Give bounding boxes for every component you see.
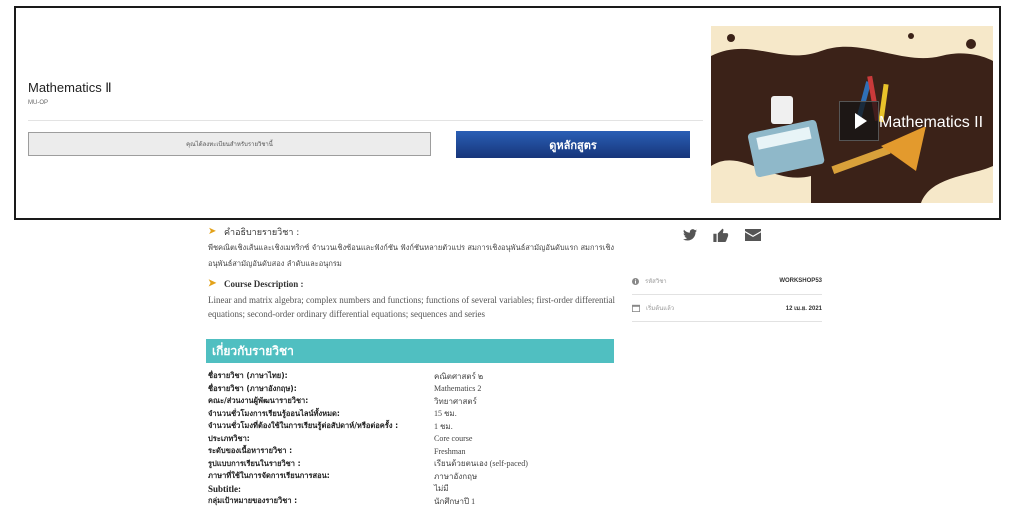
info-row: กลุ่มเป้าหมายของรายวิชา : นักศึกษาปี 1 <box>208 495 628 508</box>
calendar-icon <box>632 304 640 312</box>
about-course-heading: เกี่ยวกับรายวิชา <box>206 339 614 363</box>
en-description-text: Linear and matrix algebra; complex numbe… <box>208 295 615 319</box>
course-video-thumbnail[interactable]: Mathematics II <box>711 26 993 203</box>
share-bar <box>683 228 761 242</box>
info-row: ชื่อรายวิชา (ภาษาอังกฤษ): Mathematics 2 <box>208 383 628 396</box>
course-code-value: WORKSHOP53 <box>779 278 822 284</box>
info-row-label: ระดับของเนื้อหารายวิชา : <box>208 446 293 456</box>
info-row-value: วิทยาศาสตร์ <box>434 396 477 406</box>
course-code-label: รหัสวิชา <box>645 279 667 285</box>
info-row: ชื่อรายวิชา (ภาษาไทย): คณิตศาสตร์ ๒ <box>208 370 628 383</box>
info-row-value: นักศึกษาปี 1 <box>434 496 476 506</box>
play-icon[interactable] <box>839 101 879 141</box>
info-row: รูปแบบการเรียนในรายวิชา : เรียนด้วยตนเอง … <box>208 458 628 471</box>
start-date-row: เริ่มต้นแล้ว 12 เม.ย. 2021 <box>632 295 822 322</box>
course-title: Mathematics Ⅱ <box>28 80 112 95</box>
page: Mathematics Ⅱ MU-OP คุณได้ลงทะเบียนสำหรั… <box>0 0 1017 515</box>
pin-icon: ➤ <box>208 278 217 289</box>
pin-icon: ➤ <box>208 226 217 237</box>
info-row: ภาษาที่ใช้ในการจัดการเรียนการสอน: ภาษาอัง… <box>208 470 628 483</box>
enrolled-status-button[interactable]: คุณได้ลงทะเบียนสำหรับรายวิชานี้ <box>28 132 431 156</box>
info-row: ประเภทวิชา: Core course <box>208 433 628 446</box>
like-icon[interactable] <box>713 228 729 242</box>
info-row-value: คณิตศาสตร์ ๒ <box>434 371 484 381</box>
info-row-label: กลุ่มเป้าหมายของรายวิชา : <box>208 496 298 506</box>
info-row-value: ภาษาอังกฤษ <box>434 471 478 481</box>
course-info-table: ชื่อรายวิชา (ภาษาไทย): คณิตศาสตร์ ๒ชื่อรา… <box>208 370 628 508</box>
info-row: Subtitle: ไม่มี <box>208 483 628 496</box>
info-row-label: Subtitle: <box>208 483 242 494</box>
info-row: จำนวนชั่วโมงการเรียนรู้ออนไลน์ทั้งหมด: 15… <box>208 408 628 421</box>
en-description-heading-text: Course Description : <box>224 279 304 289</box>
info-row-value: Freshman <box>434 446 466 456</box>
info-row-label: ภาษาที่ใช้ในการจัดการเรียนการสอน: <box>208 471 330 481</box>
info-row: คณะ/ส่วนงานผู้พัฒนารายวิชา: วิทยาศาสตร์ <box>208 395 628 408</box>
info-row-label: จำนวนชั่วโมงที่ต้องใช้ในการเรียนรู้ต่อสั… <box>208 421 399 431</box>
course-header-card: Mathematics Ⅱ MU-OP คุณได้ลงทะเบียนสำหรั… <box>14 6 1001 220</box>
info-row-value: เรียนด้วยตนเอง (self-paced) <box>434 459 528 469</box>
info-row-label: ชื่อรายวิชา (ภาษาอังกฤษ): <box>208 383 297 393</box>
course-code-row: รหัสวิชา WORKSHOP53 <box>632 268 822 295</box>
info-row-value: 1 ชม. <box>434 421 453 431</box>
th-description-heading-text: คำอธิบายรายวิชา : <box>224 228 300 238</box>
view-syllabus-button[interactable]: ดูหลักสูตร <box>456 131 690 158</box>
info-row-value: Core course <box>434 434 473 444</box>
info-row-value: 15 ชม. <box>434 409 457 419</box>
email-icon[interactable] <box>745 229 761 241</box>
course-content: ➤ คำอธิบายรายวิชา : พีชคณิตเชิงเส้นและเช… <box>0 220 1017 515</box>
info-row: ระดับของเนื้อหารายวิชา : Freshman <box>208 445 628 458</box>
info-row-value: Mathematics 2 <box>434 384 482 394</box>
en-description-heading: ➤ Course Description : <box>208 278 304 290</box>
th-description-heading: ➤ คำอธิบายรายวิชา : <box>208 225 299 239</box>
course-meta-sidebar: รหัสวิชา WORKSHOP53 เริ่มต้นแล้ว 12 เม.ย… <box>632 268 822 322</box>
start-date-label: เริ่มต้นแล้ว <box>646 306 675 312</box>
info-row: จำนวนชั่วโมงที่ต้องใช้ในการเรียนรู้ต่อสั… <box>208 420 628 433</box>
info-row-label: ประเภทวิชา: <box>208 433 250 443</box>
info-row-label: ชื่อรายวิชา (ภาษาไทย): <box>208 371 288 381</box>
thumbnail-title: Mathematics II <box>879 114 984 131</box>
course-code: MU-OP <box>28 100 48 106</box>
th-description-text: พีชคณิตเชิงเส้นและเชิงเมทริกซ์ จำนวนเชิง… <box>208 243 615 268</box>
header-divider <box>28 120 703 121</box>
info-row-label: คณะ/ส่วนงานผู้พัฒนารายวิชา: <box>208 396 309 406</box>
start-date-value: 12 เม.ย. 2021 <box>785 306 822 312</box>
info-row-label: รูปแบบการเรียนในรายวิชา : <box>208 458 301 468</box>
info-row-value: ไม่มี <box>434 484 449 494</box>
twitter-icon[interactable] <box>683 229 697 241</box>
info-icon <box>632 277 639 285</box>
info-row-label: จำนวนชั่วโมงการเรียนรู้ออนไลน์ทั้งหมด: <box>208 408 340 418</box>
